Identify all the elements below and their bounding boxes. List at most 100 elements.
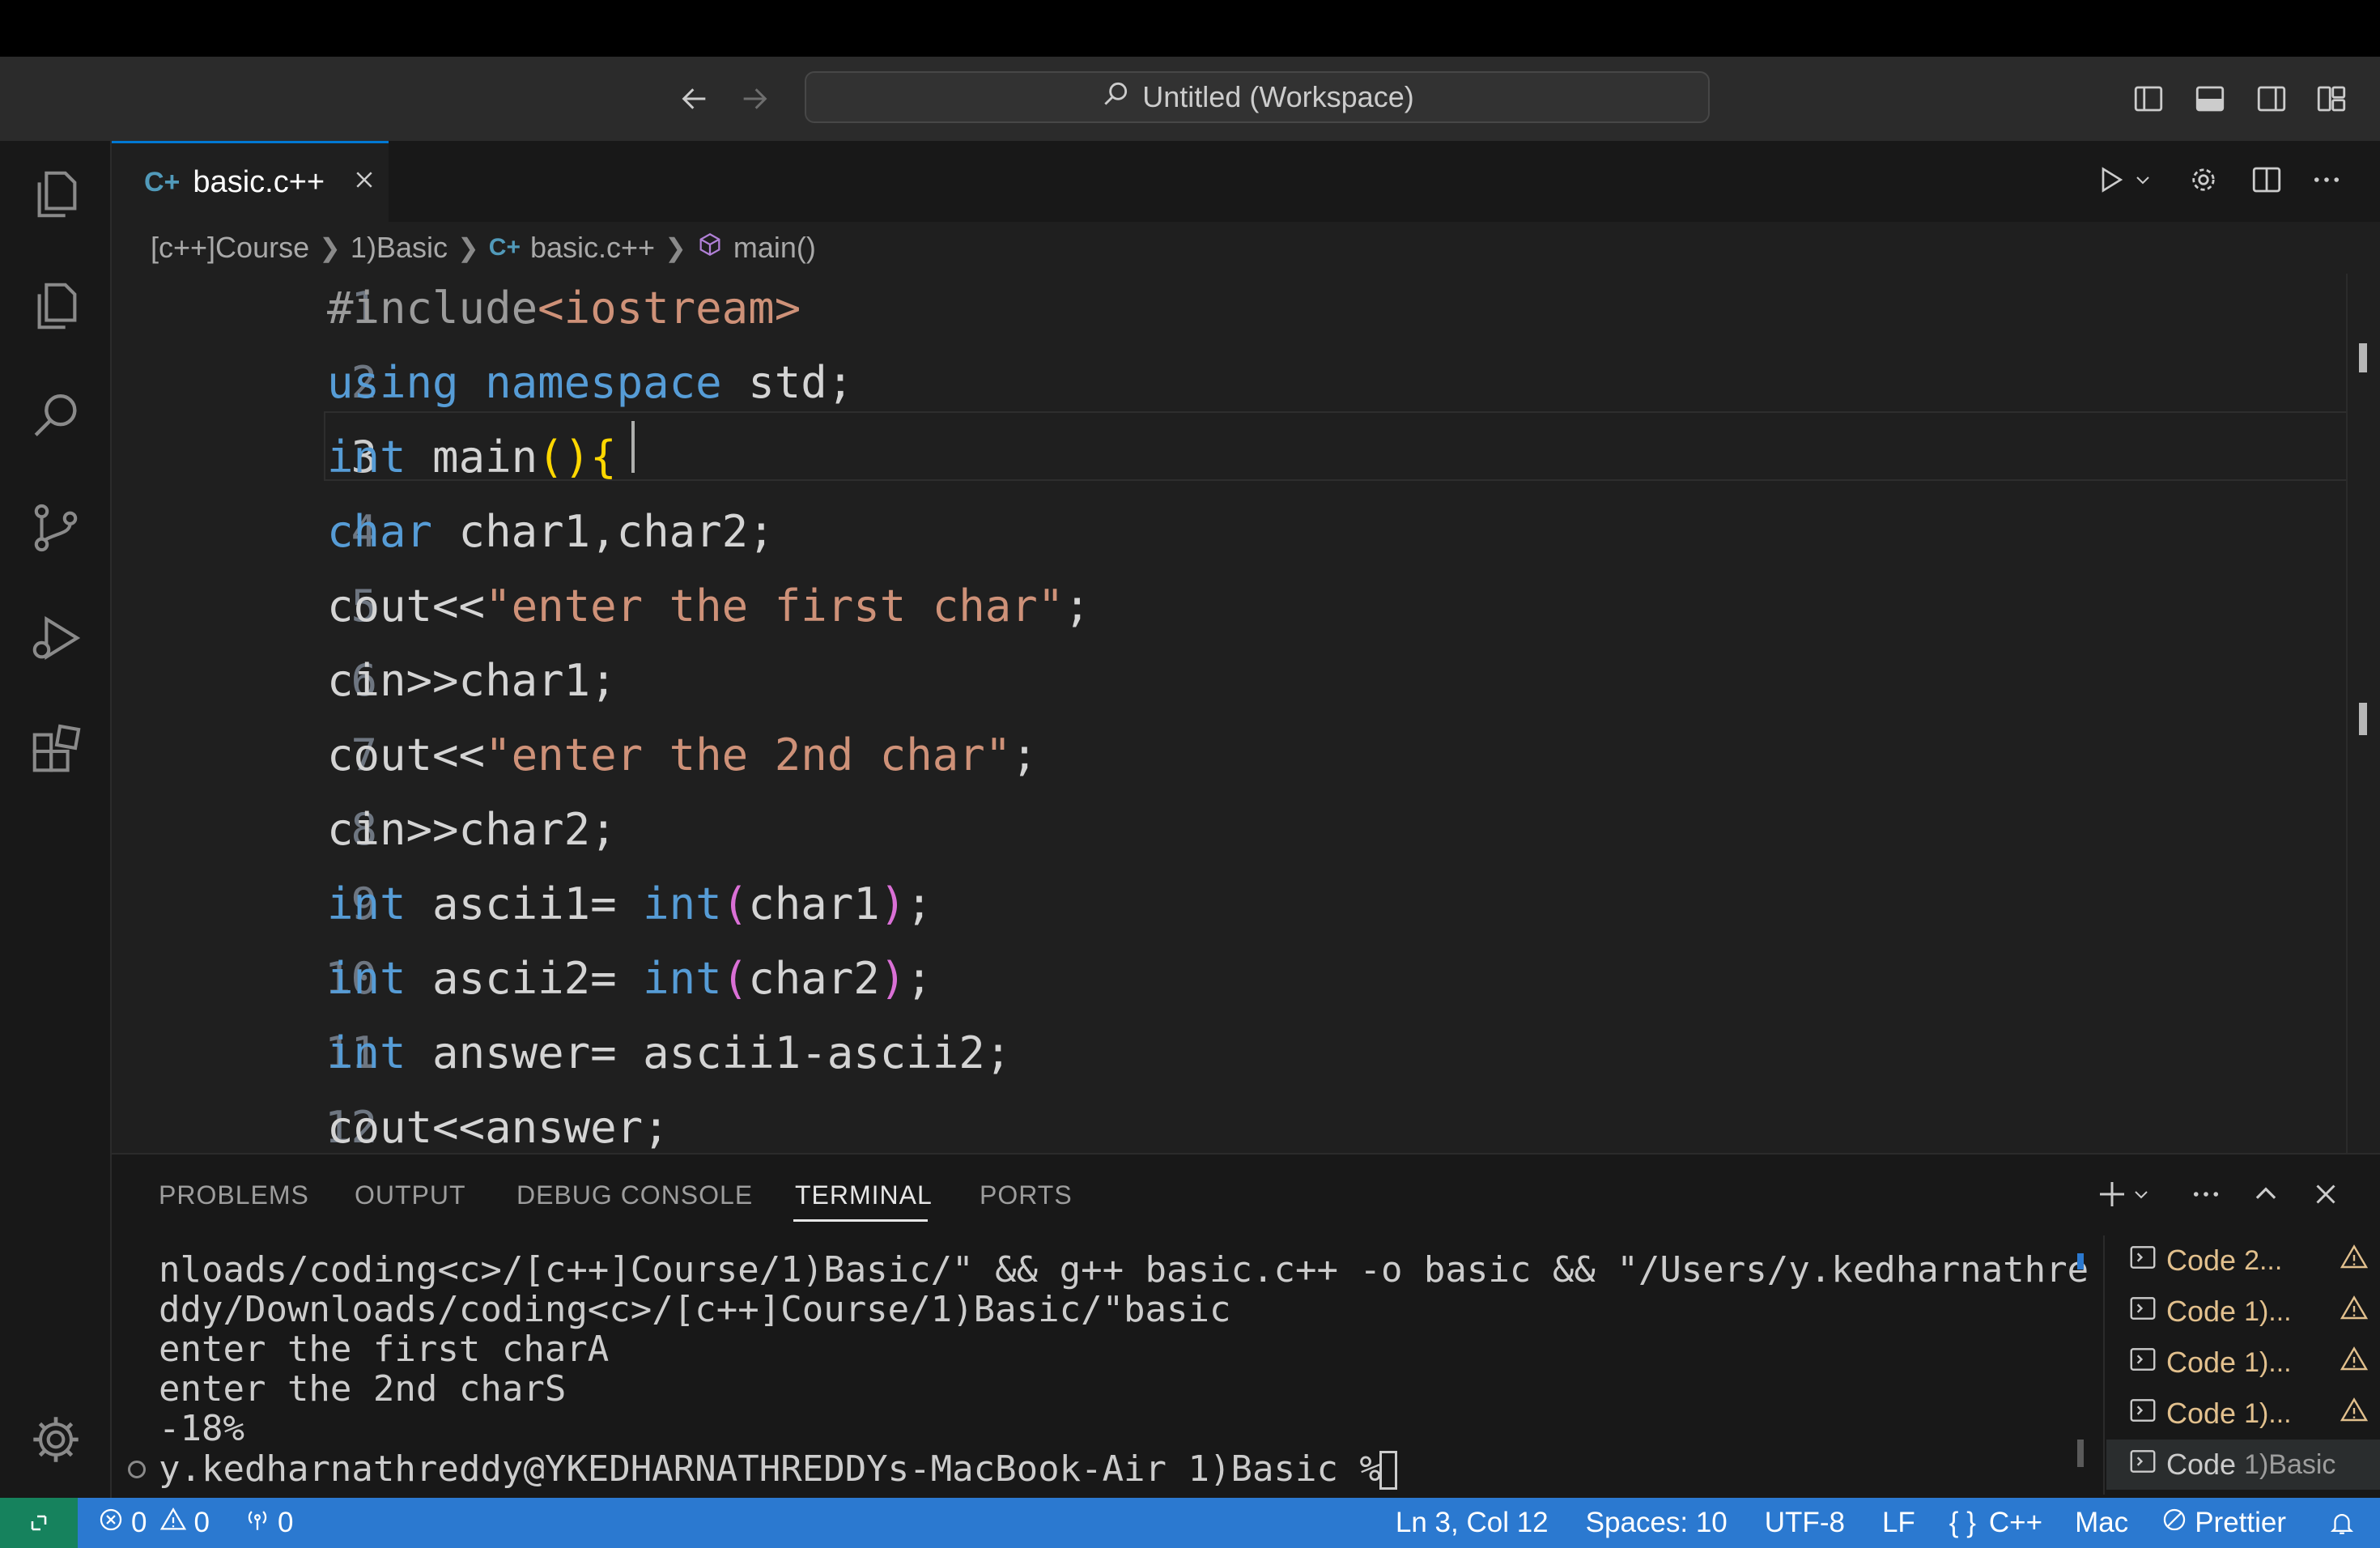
- warning-icon: [2340, 1396, 2369, 1432]
- code-text: #include<iostream>: [327, 274, 801, 343]
- code-line[interactable]: 11 int answer= ascii1-ascii2;: [112, 1019, 2380, 1088]
- manage-gear-icon[interactable]: [20, 1404, 91, 1475]
- code-token: (): [538, 432, 591, 483]
- tab-problems[interactable]: PROBLEMS: [159, 1171, 309, 1219]
- code-token: cout<<: [327, 729, 486, 780]
- code-editor[interactable]: 1 #include<iostream> 2 using namespace std;…: [0, 0, 2380, 1153]
- problems-status[interactable]: 0 0: [97, 1498, 210, 1548]
- code-line[interactable]: 12 cout<<answer;: [112, 1093, 2380, 1153]
- code-token: #include: [327, 283, 538, 334]
- code-token: ): [879, 878, 907, 929]
- platform[interactable]: Mac: [2075, 1498, 2128, 1548]
- terminal-instance[interactable]: Code 1)Basic: [2106, 1440, 2380, 1490]
- code-text: int ascii2= int(char2);: [327, 944, 933, 1014]
- terminal-name: Code: [2166, 1397, 2237, 1430]
- code-line[interactable]: 9 int ascii1= int(char1);: [112, 870, 2380, 939]
- tab-debug-console[interactable]: DEBUG CONSOLE: [516, 1171, 753, 1219]
- error-count: 0: [131, 1507, 147, 1538]
- code-token: "enter the first char": [485, 580, 1065, 632]
- code-line[interactable]: 8 cin>>char2;: [112, 795, 2380, 865]
- terminal-detail: 2...: [2244, 1244, 2283, 1276]
- terminal-line: enter the 2nd charS: [159, 1368, 567, 1410]
- end-of-line[interactable]: LF: [1882, 1498, 1915, 1548]
- close-panel-icon[interactable]: [2304, 1172, 2348, 1216]
- code-line[interactable]: 5 cout<<"enter the first char";: [112, 572, 2380, 641]
- code-token: main: [406, 432, 538, 483]
- terminal-line: ddy/Downloads/coding<c>/[c++]Course/1)Ba…: [159, 1289, 1231, 1330]
- code-token: char1,char2;: [432, 506, 775, 557]
- terminal-cursor: [1379, 1451, 1397, 1490]
- code-text: cin>>char2;: [327, 795, 617, 865]
- code-text: int answer= ascii1-ascii2;: [327, 1019, 1011, 1088]
- code-token: using: [327, 357, 459, 408]
- terminal-instance[interactable]: Code 1)...: [2106, 1286, 2380, 1337]
- ports-count: 0: [277, 1507, 294, 1538]
- editor-scrollbar[interactable]: [2346, 274, 2380, 1153]
- status-bar: 0 0 0 Ln 3, Col 12 Spaces: 10 UTF-8 LF {…: [0, 1498, 2380, 1548]
- code-line[interactable]: 1 #include<iostream>: [112, 274, 2380, 343]
- code-line[interactable]: 6 cin>>char1;: [112, 646, 2380, 716]
- code-line[interactable]: 4 char char1,char2;: [112, 497, 2380, 567]
- terminal-line: enter the first charA: [159, 1329, 610, 1370]
- tab-output[interactable]: OUTPUT: [355, 1171, 466, 1219]
- code-token: std;: [721, 357, 854, 408]
- code-line[interactable]: 2 using namespace std;: [112, 348, 2380, 418]
- encoding[interactable]: UTF-8: [1765, 1498, 1845, 1548]
- cursor-position[interactable]: Ln 3, Col 12: [1396, 1498, 1549, 1548]
- code-text: cout<<answer;: [327, 1093, 669, 1153]
- terminal-name: Code: [2166, 1244, 2237, 1277]
- terminal-detail: 1)Basic: [2244, 1448, 2336, 1480]
- code-token: namespace: [485, 357, 722, 408]
- ports-status[interactable]: 0: [244, 1498, 293, 1548]
- terminal-line: nloads/coding<c>/[c++]Course/1)Basic/" &…: [159, 1249, 2089, 1291]
- prettier-status[interactable]: Prettier: [2161, 1498, 2286, 1548]
- new-terminal-plus-icon[interactable]: [2090, 1172, 2134, 1216]
- active-tab-indicator: [793, 1219, 928, 1222]
- code-text: cout<<"enter the 2nd char";: [327, 721, 1038, 790]
- code-token: char1: [748, 878, 880, 929]
- tab-ports[interactable]: PORTS: [980, 1171, 1073, 1219]
- terminal-scroll-marker: [2077, 1253, 2084, 1269]
- tab-terminal[interactable]: TERMINAL: [795, 1171, 933, 1219]
- code-token: ;: [1011, 729, 1038, 780]
- terminal-detail: 1)...: [2244, 1346, 2292, 1378]
- error-icon: [97, 1506, 125, 1541]
- code-token: int: [643, 953, 722, 1004]
- code-text: cout<<"enter the first char";: [327, 572, 1090, 641]
- code-line[interactable]: 3 int main(){: [112, 423, 2380, 492]
- maximize-panel-chevron-up-icon[interactable]: [2244, 1172, 2288, 1216]
- code-line[interactable]: 7 cout<<"enter the 2nd char";: [112, 721, 2380, 790]
- code-token: cin>>char1;: [327, 655, 617, 706]
- code-line[interactable]: 10 int ascii2= int(char2);: [112, 944, 2380, 1014]
- braces-icon: { }: [1949, 1507, 1976, 1538]
- code-token: "enter the 2nd char": [485, 729, 1012, 780]
- code-token: <iostream>: [538, 283, 801, 334]
- warning-icon: [2340, 1345, 2369, 1381]
- terminal-detail: 1)...: [2244, 1397, 2292, 1429]
- command-decoration-icon[interactable]: [128, 1461, 146, 1478]
- terminal-instance[interactable]: Code 1)...: [2106, 1389, 2380, 1439]
- code-token: int: [327, 432, 406, 483]
- terminal-instance[interactable]: Code 2...: [2106, 1235, 2380, 1286]
- prettier-disabled-icon: [2161, 1506, 2188, 1541]
- terminal-instance[interactable]: Code 1)...: [2106, 1337, 2380, 1388]
- code-token: (: [721, 953, 749, 1004]
- more-actions-icon[interactable]: [2184, 1172, 2228, 1216]
- terminal-name: Code: [2166, 1448, 2237, 1481]
- code-token: ;: [906, 878, 933, 929]
- code-text: cin>>char1;: [327, 646, 617, 716]
- code-token: {: [590, 432, 617, 483]
- language-mode[interactable]: { } C++: [1949, 1498, 2042, 1548]
- remote-indicator-icon[interactable]: [0, 1498, 78, 1548]
- prettier-label: Prettier: [2195, 1507, 2286, 1538]
- notifications-bell-icon[interactable]: [2328, 1498, 2356, 1548]
- warning-count: 0: [193, 1507, 210, 1538]
- terminal-icon: [2127, 1242, 2158, 1280]
- terminal-scrollbar-thumb[interactable]: [2077, 1440, 2084, 1467]
- code-token: int: [327, 1027, 406, 1078]
- terminal-icon: [2127, 1395, 2158, 1433]
- chevron-down-icon[interactable]: [2129, 1172, 2153, 1216]
- indentation[interactable]: Spaces: 10: [1586, 1498, 1728, 1548]
- code-text: int main(){: [327, 423, 617, 492]
